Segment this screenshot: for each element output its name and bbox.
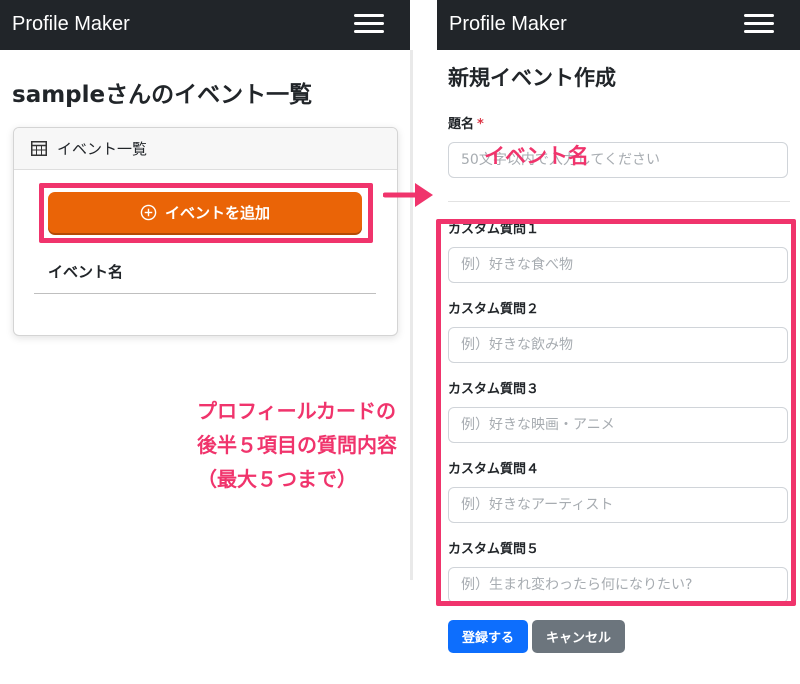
card-title: イベント一覧 — [57, 140, 148, 158]
add-event-button[interactable]: イベントを追加 — [48, 192, 362, 233]
required-mark: * — [477, 117, 484, 132]
list-divider — [34, 293, 376, 294]
right-arrow-icon — [383, 183, 433, 207]
custom-question-3-label: カスタム質問３ — [448, 382, 540, 397]
form-divider — [448, 201, 790, 202]
title-field-label: 題名 * — [448, 116, 484, 134]
custom-question-2-label: カスタム質問２ — [448, 302, 540, 317]
note-line-1: プロフィールカードの — [197, 399, 396, 423]
title-label-text: 題名 — [448, 117, 475, 132]
custom-question-3-input[interactable] — [448, 407, 788, 443]
cancel-button[interactable]: キャンセル — [532, 620, 625, 653]
note-line-3: （最大５つまで） — [197, 467, 357, 491]
custom-question-4-input[interactable] — [448, 487, 788, 523]
event-name-annotation: イベント名 — [484, 144, 589, 168]
event-name-column-header: イベント名 — [48, 263, 124, 281]
brand-logo[interactable]: Profile Maker — [449, 11, 567, 37]
card-header: イベント一覧 — [14, 128, 397, 170]
hamburger-menu-icon[interactable] — [354, 12, 384, 36]
register-button[interactable]: 登録する — [448, 620, 528, 653]
custom-question-note: プロフィールカードの 後半５項目の質問内容 （最大５つまで） — [197, 394, 397, 496]
table-icon — [31, 141, 47, 156]
note-line-2: 後半５項目の質問内容 — [197, 433, 397, 457]
navbar: Profile Maker — [0, 0, 410, 50]
custom-question-4-label: カスタム質問４ — [448, 462, 540, 477]
add-event-label: イベントを追加 — [164, 204, 270, 222]
form-title: 新規イベント作成 — [448, 66, 616, 90]
navbar: Profile Maker — [437, 0, 800, 50]
brand-logo[interactable]: Profile Maker — [12, 11, 130, 37]
custom-question-1-input[interactable] — [448, 247, 788, 283]
custom-question-1-label: カスタム質問１ — [448, 222, 540, 237]
custom-question-5-input[interactable] — [448, 567, 788, 603]
custom-question-2-input[interactable] — [448, 327, 788, 363]
custom-question-5-label: カスタム質問５ — [448, 542, 540, 557]
page-title: sampleさんのイベント一覧 — [12, 82, 313, 108]
plus-circle-icon — [140, 204, 157, 221]
hamburger-menu-icon[interactable] — [744, 12, 774, 36]
